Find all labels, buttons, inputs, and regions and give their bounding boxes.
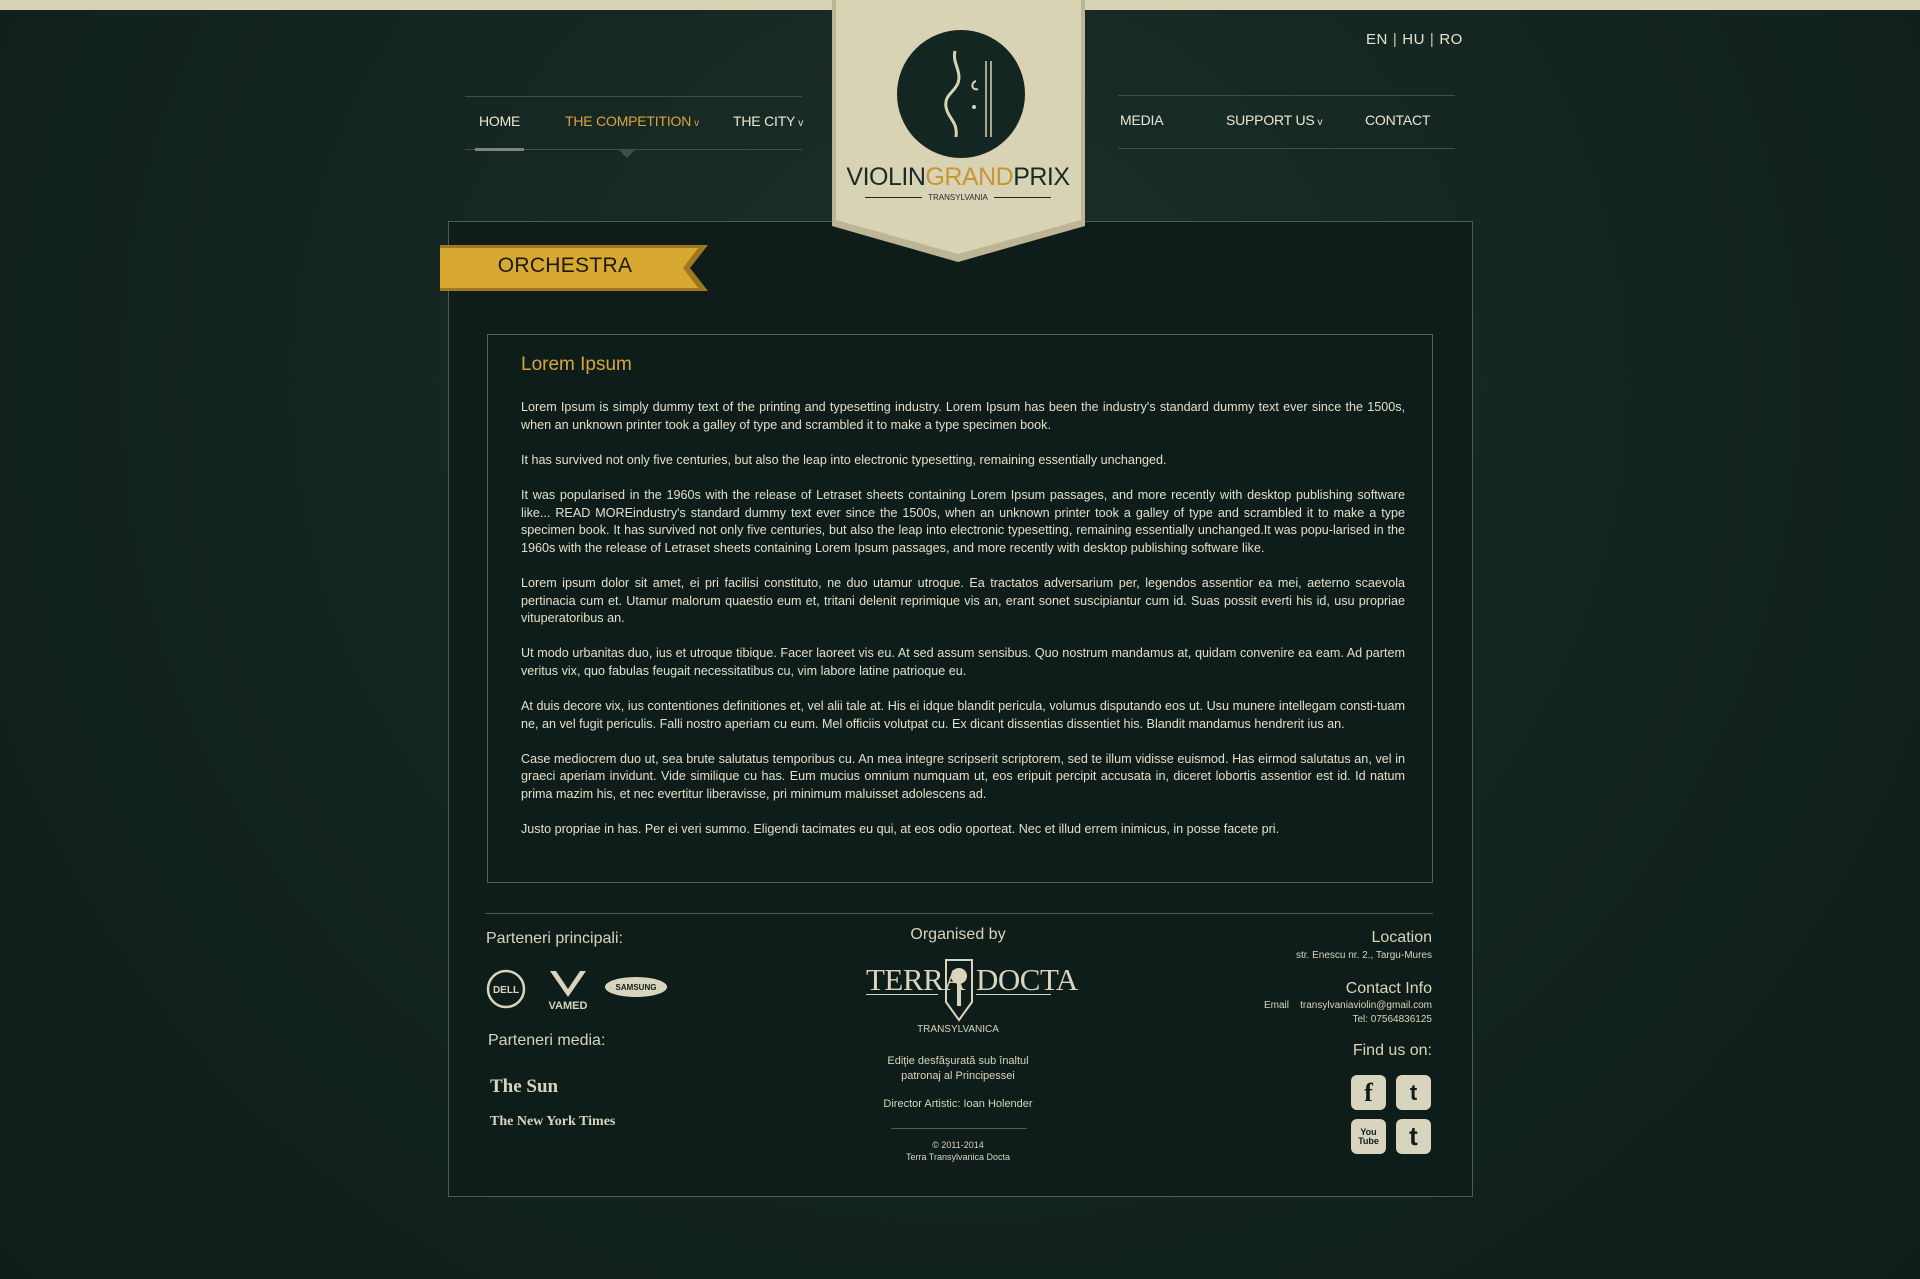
article-paragraph: Justo propriae in has. Per ei veri summo… [521,822,1280,837]
tree-icon [945,959,973,1022]
lang-separator: | [1429,31,1435,48]
logo-word-violin: VIOLIN [846,163,926,191]
dell-logo[interactable]: DELL [486,969,526,1009]
language-switcher: EN | HU | RO [1366,31,1463,48]
nav-support-us-label: SUPPORT US [1226,112,1315,128]
article-paragraph: Lorem Ipsum is simply dummy text of the … [521,400,1405,432]
terra-underline [866,994,938,995]
dell-icon: DELL [486,969,526,1009]
tumblr-icon[interactable]: t [1396,1119,1431,1154]
lang-separator: | [1392,31,1398,48]
email-link[interactable]: transylvaniaviolin@gmail.com [1300,1000,1432,1011]
contact-tel: Tel: 07564836125 [1352,1014,1432,1025]
vamed-icon: VAMED [549,971,588,1012]
copyright-year: © 2011-2014 [932,1140,984,1150]
docta-underline [976,994,1051,995]
youtube-icon[interactable]: You Tube [1351,1119,1386,1154]
logo-subtitle-text: TRANSYLVANIA [922,193,994,202]
find-us-title: Find us on: [1352,1042,1432,1059]
logo-word-prix: PRIX [1013,163,1070,191]
location-address: str. Enescu nr. 2., Targu-Mures [1296,950,1432,961]
main-nav-right: MEDIA SUPPORT US v CONTACT [1118,95,1455,149]
article-paragraph: Ut modo urbanitas duo, ius et utroque ti… [521,646,1405,678]
vamed-logo[interactable]: VAMED [542,967,594,1012]
vamed-wordmark: VAMED [549,1000,588,1011]
logo-wordmark: VIOLINGRANDPRIX [836,163,1080,192]
chevron-down-icon: v [798,118,803,129]
partners-main-title: Parteneri principali: [486,930,623,947]
article-paragraph: Case mediocrem duo ut, sea brute salutat… [521,751,1405,802]
main-nav-left: HOME THE COMPETITION v THE CITY v [465,96,803,158]
nav-contact-label: CONTACT [1365,112,1431,128]
logo-subtitle: TRANSYLVANIA [836,193,1080,202]
logo-word-grand: GRAND [925,163,1014,191]
footer-divider [485,913,1433,914]
facebook-icon[interactable]: f [1351,1075,1386,1110]
article-paragraph: Lorem ipsum dolor sit amet, ei pri facil… [521,575,1405,626]
terra-subtitle: TRANSYLVANICA [917,1024,999,1035]
chevron-down-icon: v [1317,117,1323,128]
nav-the-city-label: THE CITY [733,113,796,129]
nytimes-logo[interactable]: The New York Times [490,1114,615,1130]
article-paragraph: It was popularised in the 1960s with the… [521,487,1405,555]
nav-contact[interactable]: CONTACT [1365,112,1430,128]
violin-logo-emblem [897,30,1025,158]
nav-home[interactable]: HOME [479,113,520,129]
samsung-icon: SAMSUNG [605,977,667,997]
copyright-owner: Terra Transylvanica Docta [905,1152,1011,1162]
samsung-logo[interactable]: SAMSUNG [604,976,668,998]
nav-the-competition[interactable]: THE COMPETITION v [565,113,699,129]
lang-hu-link[interactable]: HU [1402,31,1425,48]
chevron-down-icon: v [694,118,699,129]
contact-info-title: Contact Info [1345,980,1432,997]
the-sun-logo[interactable]: The Sun [490,1076,558,1098]
location-title: Location [1371,929,1433,946]
nav-support-us[interactable]: SUPPORT US v [1226,112,1323,128]
lang-en-link[interactable]: EN [1366,31,1388,48]
nav-media[interactable]: MEDIA [1120,112,1164,128]
article-body: Lorem Ipsum is simply dummy text of the … [521,399,1405,856]
nav-the-city[interactable]: THE CITY v [733,113,803,129]
active-nav-notch [619,150,635,158]
twitter-icon[interactable]: t [1396,1075,1431,1110]
nav-media-label: MEDIA [1120,112,1164,128]
article-paragraph: It has survived not only five centuries,… [521,452,1167,467]
violin-icon [944,50,992,138]
dell-wordmark: DELL [493,985,519,996]
nav-home-label: HOME [479,113,521,129]
nav-the-competition-label: THE COMPETITION [565,113,692,129]
patronage-text: Ediţie desfăşurată sub înaltul patronaj … [887,1055,1029,1082]
partners-media-title: Parteneri media: [488,1032,606,1049]
email-label: Email [1263,1000,1289,1011]
director-text: Director Artistic: Ioan Holender [883,1098,1033,1110]
article-paragraph: At duis decore vix, ius contentiones def… [521,699,1405,731]
organised-by-title: Organised by [910,926,1006,943]
section-title: ORCHESTRA [497,254,633,277]
footer-center-divider [891,1128,1027,1129]
nav-home-active-underline [475,148,524,151]
docta-wordmark: DOCTA [976,962,1078,997]
samsung-wordmark: SAMSUNG [616,983,657,992]
contact-email-row: Email transylvaniaviolin@gmail.com [1264,1000,1432,1011]
article-title: Lorem Ipsum [521,354,632,375]
lang-ro-link[interactable]: RO [1439,31,1463,48]
